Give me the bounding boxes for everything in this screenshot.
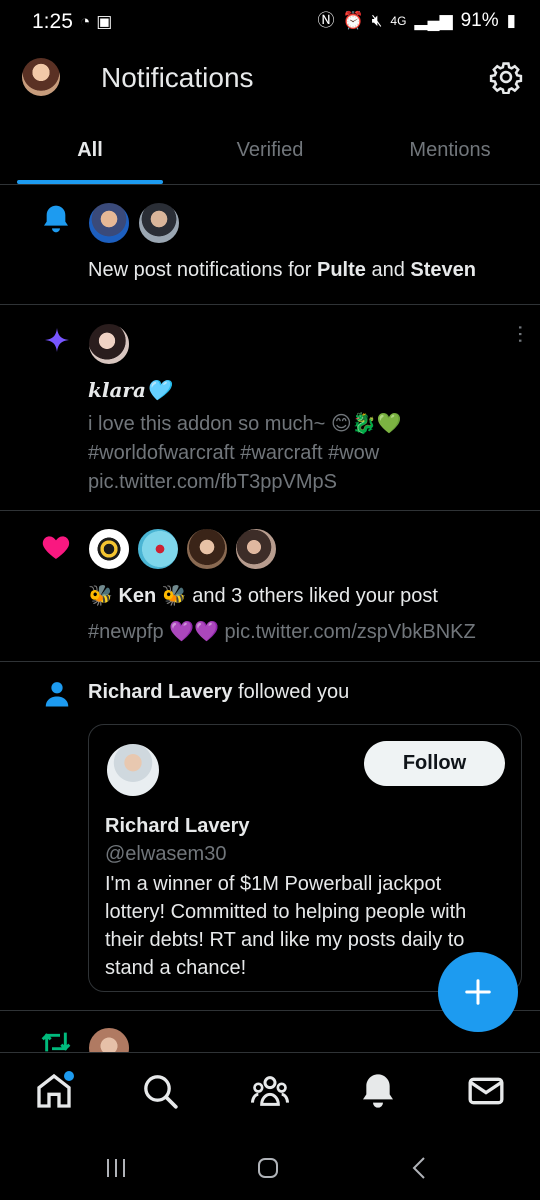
home-icon[interactable] bbox=[34, 1071, 74, 1111]
notification-1-name-pulte: Pulte bbox=[317, 259, 366, 281]
profile-avatar[interactable] bbox=[22, 58, 60, 96]
status-icons-left: ◔ ▣ bbox=[80, 12, 112, 32]
card-handle[interactable]: @elwasem30 bbox=[105, 840, 226, 868]
messages-icon[interactable] bbox=[466, 1071, 506, 1111]
avatar-steven[interactable] bbox=[137, 201, 181, 245]
communities-icon[interactable] bbox=[250, 1071, 290, 1111]
battery-text: 91% bbox=[460, 10, 499, 31]
page-title: Notifications bbox=[101, 62, 254, 93]
notification-3-rest: and 3 others liked your post bbox=[186, 585, 438, 607]
retweet-icon bbox=[41, 1032, 71, 1052]
klara-display-name[interactable]: klara🩵 bbox=[88, 376, 171, 404]
alarm-icon: ⏰ bbox=[342, 11, 364, 30]
android-navigation-bar bbox=[0, 1132, 540, 1200]
klara-post-line-1[interactable]: i love this addon so much~ 😊🐉💚 bbox=[88, 410, 402, 438]
recents-icon[interactable] bbox=[104, 1156, 128, 1180]
card-bio-line-4: stand a chance! bbox=[105, 957, 247, 979]
avatar-klara[interactable] bbox=[87, 322, 131, 366]
back-icon[interactable] bbox=[408, 1156, 432, 1180]
notification-1-prefix: New post notifications for bbox=[88, 259, 317, 281]
card-bio-line-2: lottery! Committed to helping people wit… bbox=[105, 901, 467, 923]
card-avatar[interactable] bbox=[105, 742, 161, 798]
notification-1-name-steven: Steven bbox=[410, 259, 476, 281]
klara-post-line-3[interactable]: pic.twitter.com/fbT3ppVMpS bbox=[88, 468, 337, 496]
heart-icon bbox=[42, 536, 70, 559]
bottom-navigation bbox=[0, 1052, 540, 1133]
tab-all[interactable]: All bbox=[0, 128, 180, 184]
follower-name: Richard Lavery bbox=[88, 681, 233, 703]
network-label: 4G bbox=[390, 14, 407, 28]
card-bio-line-1: I'm a winner of $1M Powerball jackpot bbox=[105, 873, 442, 895]
notifications-icon[interactable] bbox=[358, 1071, 398, 1111]
mute-icon: 🔇︎ bbox=[371, 11, 383, 30]
liked-post-preview[interactable]: #newpfp 💜💜 pic.twitter.com/zspVbkBNKZ bbox=[88, 618, 476, 646]
sparkle-icon bbox=[45, 328, 69, 352]
signal-icon: ▂▄▆ bbox=[414, 11, 453, 30]
nfc-icon: Ⓝ bbox=[317, 11, 335, 30]
notification-text-4[interactable]: Richard Lavery followed you bbox=[88, 678, 349, 706]
divider bbox=[0, 661, 540, 662]
gallery-icon: ▣ bbox=[96, 12, 113, 31]
avatar-ken[interactable] bbox=[87, 527, 131, 571]
notification-tabs: All Verified Mentions bbox=[0, 128, 540, 185]
notification-text-1[interactable]: New post notifications for Pulte and Ste… bbox=[88, 256, 476, 284]
follow-button[interactable]: Follow bbox=[364, 741, 505, 786]
ken-name: 🐝 Ken 🐝 bbox=[88, 585, 187, 607]
divider bbox=[0, 510, 540, 511]
avatar-liker-2[interactable] bbox=[136, 527, 180, 571]
divider bbox=[0, 304, 540, 305]
avatar-pulte[interactable] bbox=[87, 201, 131, 245]
card-bio-line-3: their debts! RT and like my posts daily … bbox=[105, 929, 465, 951]
search-icon[interactable] bbox=[140, 1071, 180, 1111]
avatar-liker-3[interactable] bbox=[185, 527, 229, 571]
home-button-icon[interactable] bbox=[256, 1156, 280, 1180]
status-icons-right: Ⓝ ⏰ 🔇︎ 4G ▂▄▆ 91% ▮ bbox=[318, 10, 517, 32]
notification-1-mid: and bbox=[365, 259, 411, 281]
bell-icon bbox=[44, 205, 68, 233]
avatar-liker-4[interactable] bbox=[234, 527, 278, 571]
gear-icon[interactable] bbox=[489, 60, 523, 94]
sync-icon: ◔ bbox=[80, 12, 91, 31]
status-time: 1:25 bbox=[32, 10, 73, 33]
more-options-icon[interactable]: ⋯ bbox=[500, 322, 531, 346]
battery-icon: ▮ bbox=[506, 11, 516, 30]
card-display-name[interactable]: Richard Lavery bbox=[105, 812, 250, 840]
notification-text-3[interactable]: 🐝 Ken 🐝 and 3 others liked your post bbox=[88, 582, 438, 610]
notification-4-rest: followed you bbox=[232, 681, 350, 703]
klara-post-line-2[interactable]: #worldofwarcraft #warcraft #wow bbox=[88, 439, 379, 467]
plus-icon bbox=[465, 979, 491, 1005]
person-icon bbox=[45, 682, 69, 707]
tab-mentions[interactable]: Mentions bbox=[360, 128, 540, 184]
compose-button[interactable] bbox=[438, 952, 518, 1032]
tab-verified[interactable]: Verified bbox=[180, 128, 360, 184]
